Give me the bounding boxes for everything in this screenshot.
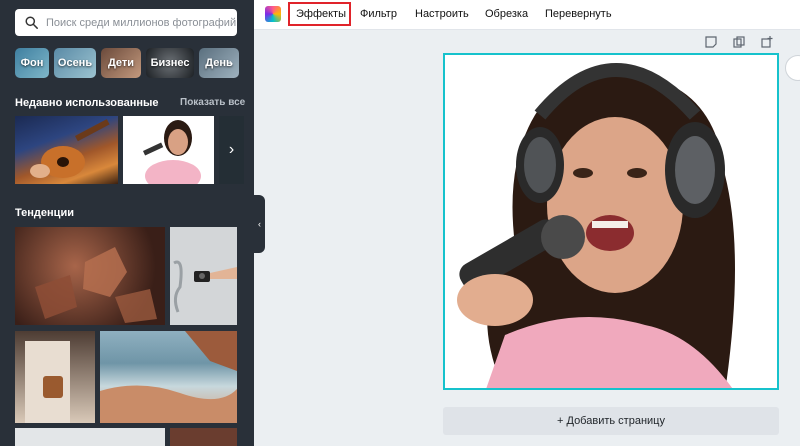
duplicate-icon[interactable] bbox=[733, 36, 745, 48]
crop-button[interactable]: Обрезка bbox=[485, 8, 528, 20]
trend-image-leaves[interactable] bbox=[15, 227, 165, 325]
trend-image-bag[interactable] bbox=[15, 331, 95, 423]
search-input[interactable] bbox=[46, 16, 236, 29]
chevron-right-icon[interactable]: › bbox=[219, 116, 244, 184]
trends-title: Тенденции bbox=[15, 207, 74, 219]
trend-image-beach[interactable] bbox=[100, 331, 237, 423]
singer-photo bbox=[143, 120, 201, 184]
beach-photo bbox=[100, 331, 237, 423]
chevron-right-icon[interactable]: › bbox=[229, 56, 243, 70]
guitar-photo bbox=[30, 119, 110, 178]
flip-button[interactable]: Перевернуть bbox=[545, 8, 612, 20]
adjust-button[interactable]: Настроить bbox=[415, 8, 469, 20]
camera-photo bbox=[173, 260, 237, 313]
recent-title: Недавно использованные bbox=[15, 97, 159, 109]
recent-image-singer[interactable] bbox=[123, 116, 214, 184]
bag-photo bbox=[25, 341, 70, 423]
left-panel: Фон Осень Дети Бизнес День › Недавно исп… bbox=[0, 0, 254, 446]
filter-button[interactable]: Фильтр bbox=[360, 8, 397, 20]
design-canvas[interactable] bbox=[443, 53, 779, 390]
comment-icon[interactable] bbox=[785, 55, 800, 81]
leaves-photo bbox=[35, 247, 157, 323]
add-page-icon[interactable] bbox=[761, 36, 773, 48]
show-all-link[interactable]: Показать все bbox=[180, 97, 245, 108]
trend-image-camera[interactable] bbox=[170, 227, 237, 325]
recent-image-guitar[interactable] bbox=[15, 116, 118, 184]
category-chips: Фон Осень Дети Бизнес День bbox=[15, 48, 243, 78]
chip-kids[interactable]: Дети bbox=[101, 48, 141, 78]
chip-background[interactable]: Фон bbox=[15, 48, 49, 78]
chip-autumn[interactable]: Осень bbox=[54, 48, 96, 78]
effects-highlight bbox=[288, 2, 351, 26]
collapse-panel-button[interactable]: ‹ bbox=[254, 195, 265, 253]
trend-image-6[interactable] bbox=[170, 428, 237, 446]
chevron-left-icon: ‹ bbox=[258, 219, 261, 229]
search-bar[interactable] bbox=[15, 9, 237, 36]
singer-image[interactable] bbox=[445, 55, 779, 390]
add-page-button[interactable]: + Добавить страницу bbox=[443, 407, 779, 435]
chip-business[interactable]: Бизнес bbox=[146, 48, 194, 78]
note-icon[interactable] bbox=[705, 36, 717, 48]
search-icon bbox=[25, 16, 38, 29]
color-palette-icon[interactable] bbox=[265, 6, 281, 22]
trend-image-5[interactable] bbox=[15, 428, 165, 446]
